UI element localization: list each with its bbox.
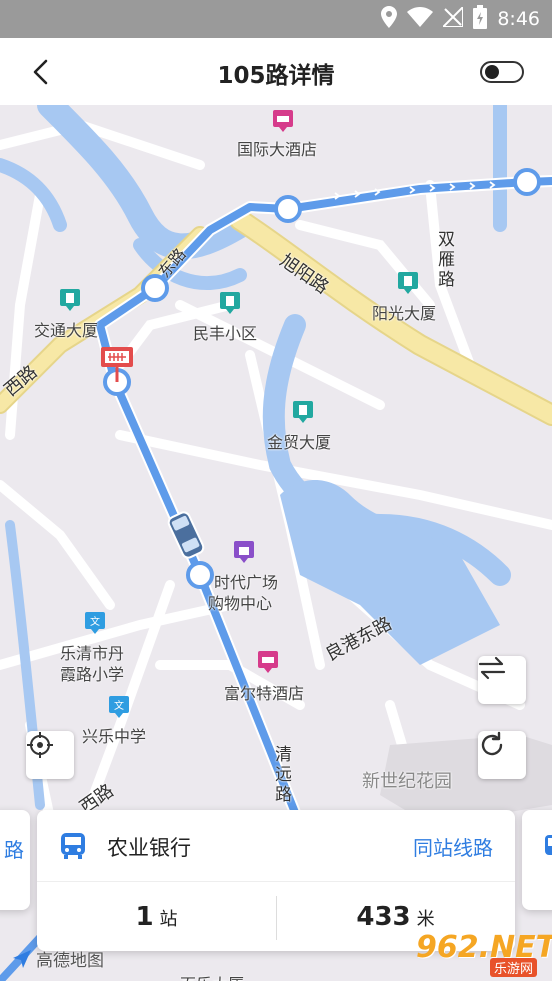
road-label: 双 雁 路 xyxy=(438,230,455,290)
battery-icon xyxy=(473,5,488,33)
poi-label: 民丰小区 xyxy=(193,324,258,343)
toggle-knob xyxy=(485,65,499,79)
same-station-lines-link[interactable]: 同站线路 xyxy=(413,832,493,861)
stops-unit: 站 xyxy=(159,909,178,930)
station-marker xyxy=(186,561,214,589)
page-title: 105路详情 xyxy=(217,63,335,89)
prev-card-text: 路 xyxy=(4,838,24,862)
stops-stat: 1站 xyxy=(37,902,276,932)
svg-text:文: 文 xyxy=(114,699,124,712)
watermark-sub: 乐游网 xyxy=(490,958,538,977)
refresh-icon xyxy=(481,731,503,756)
poi-label: 富尔特酒店 xyxy=(224,684,305,703)
signal-icon xyxy=(440,4,465,31)
wifi-icon xyxy=(407,7,434,31)
station-marker xyxy=(274,195,302,223)
switch-direction-button[interactable] xyxy=(478,656,526,704)
poi-label: 交通大厦 xyxy=(34,321,99,340)
next-station-card[interactable] xyxy=(522,810,552,910)
poi-label: 百乐大厦 xyxy=(180,971,244,981)
station-marker xyxy=(141,274,169,302)
locate-me-button[interactable] xyxy=(26,731,74,779)
status-time: 8:46 xyxy=(497,8,540,30)
swap-arrows-icon xyxy=(478,656,506,680)
bus-icon xyxy=(545,835,552,855)
station-name: 农业银行 xyxy=(107,836,191,860)
stops-value: 1 xyxy=(135,902,154,932)
status-bar: 8:46 xyxy=(0,0,552,38)
poi-label: 霞路小学 xyxy=(60,665,125,684)
poi-label: 金贸大厦 xyxy=(267,433,332,452)
building-icon xyxy=(60,289,80,311)
hotel-icon xyxy=(258,651,278,673)
watermark: 962.NET 乐游网 xyxy=(416,930,552,977)
school-icon: 文 xyxy=(85,612,105,634)
bus-icon xyxy=(61,833,85,859)
station-marker xyxy=(513,168,541,196)
poi-label: 购物中心 xyxy=(208,594,273,613)
building-icon xyxy=(398,272,418,294)
poi-label: 国际大酒店 xyxy=(237,140,318,159)
school-icon: 文 xyxy=(109,696,129,718)
app-header: 105路详情 xyxy=(0,38,552,105)
amap-logo-text: 高德地图 xyxy=(36,951,104,971)
poi-label: 阳光大厦 xyxy=(372,304,437,323)
navigation-arrow-icon xyxy=(13,949,31,968)
crosshair-icon xyxy=(27,732,53,758)
route-toggle-switch[interactable] xyxy=(480,61,524,83)
building-icon xyxy=(293,401,313,423)
poi-label: 兴乐中学 xyxy=(82,727,147,746)
distance-unit: 米 xyxy=(416,909,435,930)
svg-text:文: 文 xyxy=(90,615,100,628)
bus-vehicle-icon xyxy=(167,511,205,559)
prev-station-card[interactable]: 路 xyxy=(0,810,30,910)
poi-label: 新世纪花园 xyxy=(362,771,452,792)
location-icon xyxy=(381,6,398,32)
distance-stat: 433 米 xyxy=(276,902,515,932)
distance-value: 433 xyxy=(356,902,411,932)
refresh-button[interactable] xyxy=(478,731,526,779)
hotel-icon xyxy=(273,110,293,132)
shopping-icon xyxy=(234,541,254,563)
building-icon xyxy=(220,292,240,314)
amap-logo: 高德地图 xyxy=(12,946,104,971)
road-label: 清 远 路 xyxy=(275,745,292,805)
